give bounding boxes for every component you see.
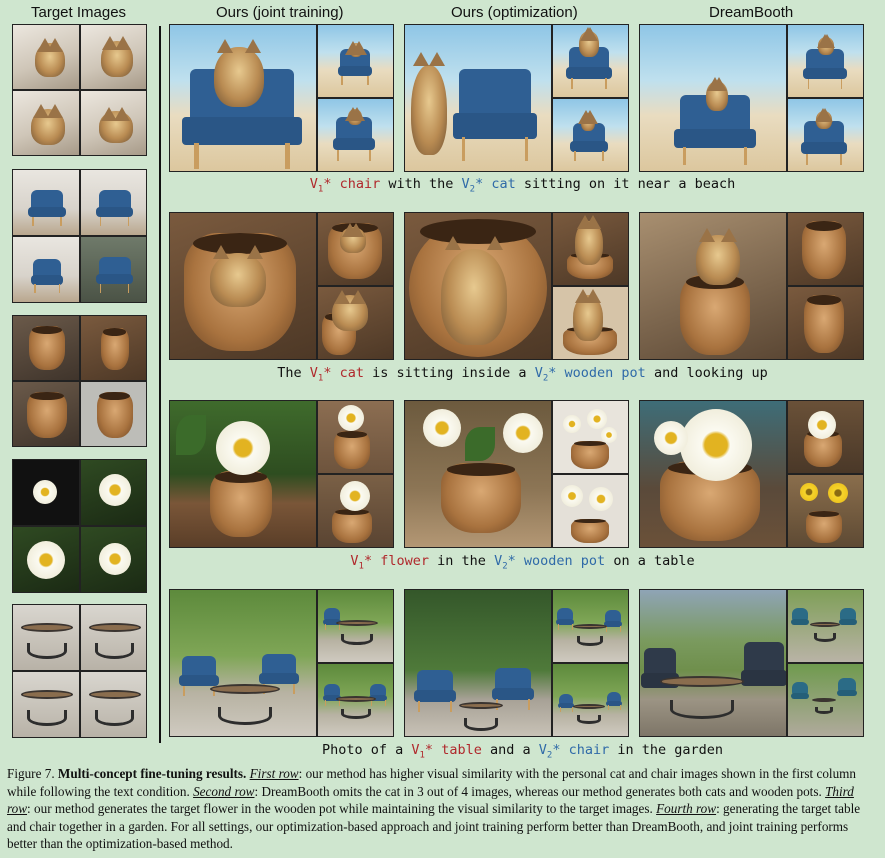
target-flower-image	[13, 460, 79, 525]
target-cat-images	[12, 24, 147, 156]
row4-dreambooth-results	[639, 589, 864, 737]
result-image-small	[788, 664, 863, 736]
result-image-small	[318, 213, 393, 285]
header-dreambooth: DreamBooth	[709, 4, 794, 21]
target-chair-image	[80, 237, 146, 302]
target-pot-image	[13, 316, 79, 380]
target-chair-image	[13, 170, 79, 235]
target-cat-image	[13, 91, 79, 155]
target-pot-image	[80, 316, 146, 380]
row4-joint-results	[169, 589, 394, 737]
row2-prompt: The V1* cat is sitting inside a V2* wood…	[277, 365, 768, 384]
target-table-image	[13, 605, 79, 670]
result-image-large	[640, 590, 786, 736]
result-image-large	[640, 401, 786, 547]
target-table-image	[13, 672, 79, 737]
row2-joint-results	[169, 212, 394, 360]
result-image-small	[553, 99, 628, 171]
column-divider	[159, 26, 161, 743]
header-ours-joint: Ours (joint training)	[216, 4, 344, 21]
result-image-small	[318, 664, 393, 736]
target-cat-image	[13, 25, 79, 89]
result-image-small	[553, 213, 628, 285]
target-pot-image	[80, 382, 146, 446]
result-image-small	[318, 25, 393, 97]
row4-prompt: Photo of a V1* table and a V2* chair in …	[321, 742, 724, 761]
result-image-large	[405, 401, 551, 547]
result-image-large	[170, 401, 316, 547]
result-image-large	[170, 213, 316, 359]
row3-dreambooth-results	[639, 400, 864, 548]
row1-prompt: V1* chair with the V2* cat sitting on it…	[309, 176, 736, 195]
figure-title: Multi-concept fine-tuning results.	[57, 766, 247, 781]
row2-optimization-results	[404, 212, 629, 360]
result-image-large	[640, 213, 786, 359]
result-image-small	[788, 99, 863, 171]
target-chair-image	[80, 170, 146, 235]
result-image-small	[788, 590, 863, 662]
target-flower-image	[80, 460, 146, 525]
row1-joint-results	[169, 24, 394, 172]
row3-optimization-results	[404, 400, 629, 548]
result-image-small	[553, 664, 628, 736]
header-target-images: Target Images	[31, 4, 127, 21]
result-image-large	[170, 25, 316, 171]
result-image-small	[553, 401, 628, 473]
target-pot-image	[13, 382, 79, 446]
target-flower-image	[13, 527, 79, 592]
result-image-small	[788, 213, 863, 285]
target-flower-images	[12, 459, 147, 593]
target-table-images	[12, 604, 147, 738]
result-image-small	[318, 475, 393, 547]
result-image-small	[318, 287, 393, 359]
result-image-small	[553, 590, 628, 662]
header-ours-optimization: Ours (optimization)	[451, 4, 578, 21]
target-table-image	[80, 672, 146, 737]
result-image-small	[318, 590, 393, 662]
row3-joint-results	[169, 400, 394, 548]
target-chair-images	[12, 169, 147, 303]
result-image-large	[405, 25, 551, 171]
result-image-small	[553, 25, 628, 97]
result-image-large	[170, 590, 316, 736]
figure-caption: Figure 7. Multi-concept fine-tuning resu…	[7, 766, 861, 852]
figure-label: Figure 7.	[7, 766, 55, 781]
target-cat-image	[80, 91, 146, 155]
row1-dreambooth-results	[639, 24, 864, 172]
row1-optimization-results	[404, 24, 629, 172]
result-image-large	[405, 213, 551, 359]
result-image-small	[788, 401, 863, 473]
row4-optimization-results	[404, 589, 629, 737]
result-image-large	[405, 590, 551, 736]
target-pot-images	[12, 315, 147, 447]
row3-prompt: V1* flower in the V2* wooden pot on a ta…	[350, 553, 695, 572]
result-image-large	[640, 25, 786, 171]
target-table-image	[80, 605, 146, 670]
target-cat-image	[80, 25, 146, 89]
result-image-small	[788, 475, 863, 547]
result-image-small	[788, 287, 863, 359]
result-image-small	[788, 25, 863, 97]
result-image-small	[553, 475, 628, 547]
result-image-small	[553, 287, 628, 359]
row2-dreambooth-results	[639, 212, 864, 360]
target-chair-image	[13, 237, 79, 302]
result-image-small	[318, 99, 393, 171]
target-flower-image	[80, 527, 146, 592]
result-image-small	[318, 401, 393, 473]
